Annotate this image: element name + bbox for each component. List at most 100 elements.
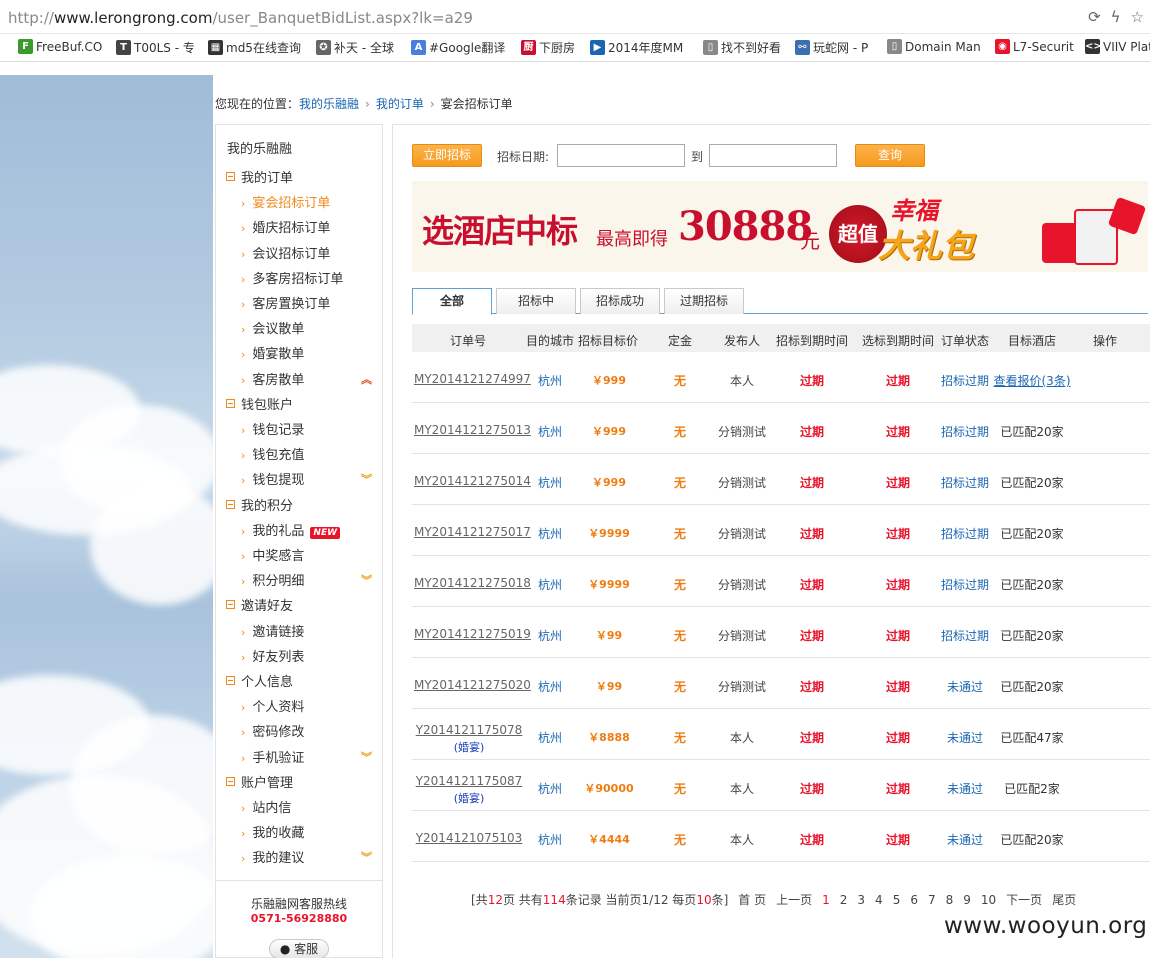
sidebar-item[interactable]: › 多客房招标订单 (241, 268, 343, 287)
bookmark-item[interactable]: 厨下厨房 (521, 39, 575, 56)
page-number-link[interactable]: 5 (893, 893, 901, 907)
collapse-icon[interactable] (226, 172, 235, 181)
bookmark-star-icon[interactable]: ☆ (1131, 8, 1144, 26)
prev-page-link[interactable]: 上一页 (776, 893, 812, 907)
bookmark-label: T00LS - 专 (134, 41, 195, 55)
sidebar-item-label: 积分明细 (252, 574, 305, 590)
tab-bidding[interactable]: 招标中 (496, 288, 576, 314)
sidebar-group[interactable]: 账户管理 (226, 772, 293, 791)
sidebar-item[interactable]: › 会议散单 (241, 318, 304, 337)
sidebar-item[interactable]: › 我的礼品 NEW (241, 520, 341, 539)
sidebar-group[interactable]: 我的积分 (226, 495, 293, 514)
sidebar-item[interactable]: › 中奖感言 (241, 545, 304, 564)
sidebar-item[interactable]: › 客房散单 (241, 369, 304, 388)
bid-now-button[interactable]: 立即招标 (412, 144, 482, 167)
sidebar-item-label: 中奖感言 (252, 549, 305, 564)
collapse-icon[interactable] (226, 398, 235, 408)
collapse-icon[interactable] (226, 600, 235, 610)
bookmark-item[interactable]: A #Google翻译 (411, 39, 505, 56)
bookmark-item[interactable]: <> VIIV Plat (1085, 39, 1150, 54)
sidebar-item-label: 多客房招标订单 (252, 271, 344, 287)
lightning-icon[interactable]: ϟ (1111, 8, 1121, 26)
reload-icon[interactable]: ⟳ (1088, 8, 1101, 26)
bookmark-item[interactable]: ▯ Domain Man (887, 39, 981, 54)
bookmark-item[interactable]: ▶ 2014年度MM (590, 39, 683, 56)
sidebar-item[interactable]: › 婚庆招标订单 (241, 217, 330, 236)
collapse-icon[interactable] (226, 499, 235, 509)
tab-all[interactable]: 全部 (412, 288, 492, 315)
start-date-input[interactable] (557, 144, 685, 167)
bookmark-label: 找不到好看 (721, 41, 782, 55)
breadcrumb-home-link[interactable]: 我的乐融融 (299, 97, 359, 111)
sidebar-item[interactable]: › 我的建议 (241, 847, 304, 866)
l7-icon: ◉ (995, 39, 1010, 54)
double-chevron-down-icon[interactable]: ︾ (361, 749, 372, 765)
double-chevron-down-icon[interactable]: ︾ (361, 471, 372, 487)
banner-headline: 选酒店中标 (422, 212, 578, 250)
sidebar-item[interactable]: › 积分明细 (241, 570, 304, 589)
collapse-icon[interactable] (226, 776, 235, 786)
page-number-link[interactable]: 2 (840, 893, 848, 907)
view-quotes-link[interactable]: 查看报价(3条) (977, 372, 1087, 389)
sidebar-item[interactable]: › 我的收藏 (241, 822, 304, 841)
page-number-link[interactable]: 10 (981, 893, 996, 907)
address-bar[interactable]: http://www.lerongrong.com/user_BanquetBi… (0, 0, 1150, 34)
sidebar-item[interactable]: › 邀请链接 (241, 621, 304, 640)
url-text[interactable]: http://www.lerongrong.com/user_BanquetBi… (8, 9, 473, 27)
page-number-link[interactable]: 3 (857, 893, 865, 907)
double-chevron-down-icon[interactable]: ︾ (361, 849, 372, 865)
page-number-link[interactable]: 1 (822, 893, 830, 907)
query-button[interactable]: 查询 (855, 144, 925, 167)
sidebar-item[interactable]: › 个人资料 (241, 696, 304, 715)
sky-background (0, 75, 213, 958)
tab-success[interactable]: 招标成功 (580, 288, 660, 314)
sidebar-group[interactable]: 钱包账户 (226, 394, 293, 413)
order-type-tag: (婚宴) (453, 741, 485, 754)
sidebar-item[interactable]: › 婚宴散单 (241, 343, 304, 362)
page-number-link[interactable]: 9 (963, 893, 971, 907)
double-chevron-down-icon[interactable]: ︾ (361, 572, 372, 588)
sidebar-item[interactable]: › 站内信 (241, 797, 291, 816)
sidebar-group[interactable]: 邀请好友 (226, 595, 293, 614)
table-row: MY2014121275018 杭州 ￥9999 无分销测试 过期 过期 招标过期 已匹配20… (412, 556, 1150, 607)
promo-banner[interactable]: 选酒店中标 最高即得 30888 元 超值 幸福 大礼包 (412, 181, 1148, 272)
hotline-title: 乐融融网客服热线 (250, 897, 347, 911)
collapse-icon[interactable] (226, 676, 235, 685)
next-page-link[interactable]: 下一页 (1006, 893, 1042, 907)
last-page-link[interactable]: 尾页 (1052, 893, 1076, 907)
sidebar-item[interactable]: › 钱包记录 (241, 419, 304, 438)
page-number-link[interactable]: 8 (946, 893, 954, 907)
customer-service-button[interactable]: ● 客服 (269, 939, 329, 958)
sidebar-item-label: 我的建议 (252, 851, 305, 867)
page-number-link[interactable]: 4 (875, 893, 883, 907)
chevron-right-icon: › (241, 373, 246, 387)
sidebar-item[interactable]: › 宴会招标订单 (241, 192, 330, 211)
sidebar-item[interactable]: › 钱包充值 (241, 444, 304, 463)
sidebar-item-label: 会议招标订单 (252, 246, 331, 262)
bookmark-item[interactable]: ▯ 找不到好看 (703, 39, 781, 56)
page-number-link[interactable]: 6 (910, 893, 918, 907)
sidebar-item[interactable]: › 密码修改 (241, 721, 304, 740)
bookmark-item[interactable]: ✪ 补天 - 全球 (316, 39, 394, 56)
banner-amount: 30888 (678, 203, 813, 250)
first-page-link[interactable]: 首 页 (738, 893, 766, 907)
end-date-input[interactable] (709, 144, 837, 167)
sidebar-item[interactable]: › 手机验证 (241, 747, 304, 766)
sidebar-group[interactable]: 我的订单 (226, 167, 293, 186)
sidebar-item[interactable]: › 钱包提现 (241, 469, 304, 488)
bookmark-item[interactable]: T T00LS - 专 (116, 39, 195, 56)
double-chevron-up-icon[interactable]: ︽ (361, 371, 372, 387)
bookmark-item[interactable]: F FreeBuf.CO (18, 39, 102, 54)
sidebar-group[interactable]: 个人信息 (226, 671, 293, 690)
bookmark-item[interactable]: ◉ L7-Securit (995, 39, 1074, 54)
tab-expired[interactable]: 过期招标 (664, 288, 744, 314)
new-badge: NEW (310, 526, 341, 539)
bookmark-item[interactable]: ▦ md5在线查询 (208, 39, 301, 56)
sidebar-item[interactable]: › 客房置换订单 (241, 293, 330, 312)
page-number-link[interactable]: 7 (928, 893, 936, 907)
bookmark-item[interactable]: ⚯ 玩蛇网 - P (795, 39, 868, 56)
chevron-right-icon: › (241, 625, 246, 639)
breadcrumb-orders-link[interactable]: 我的订单 (376, 97, 424, 111)
sidebar-item[interactable]: › 好友列表 (241, 646, 304, 665)
sidebar-item[interactable]: › 会议招标订单 (241, 243, 330, 262)
